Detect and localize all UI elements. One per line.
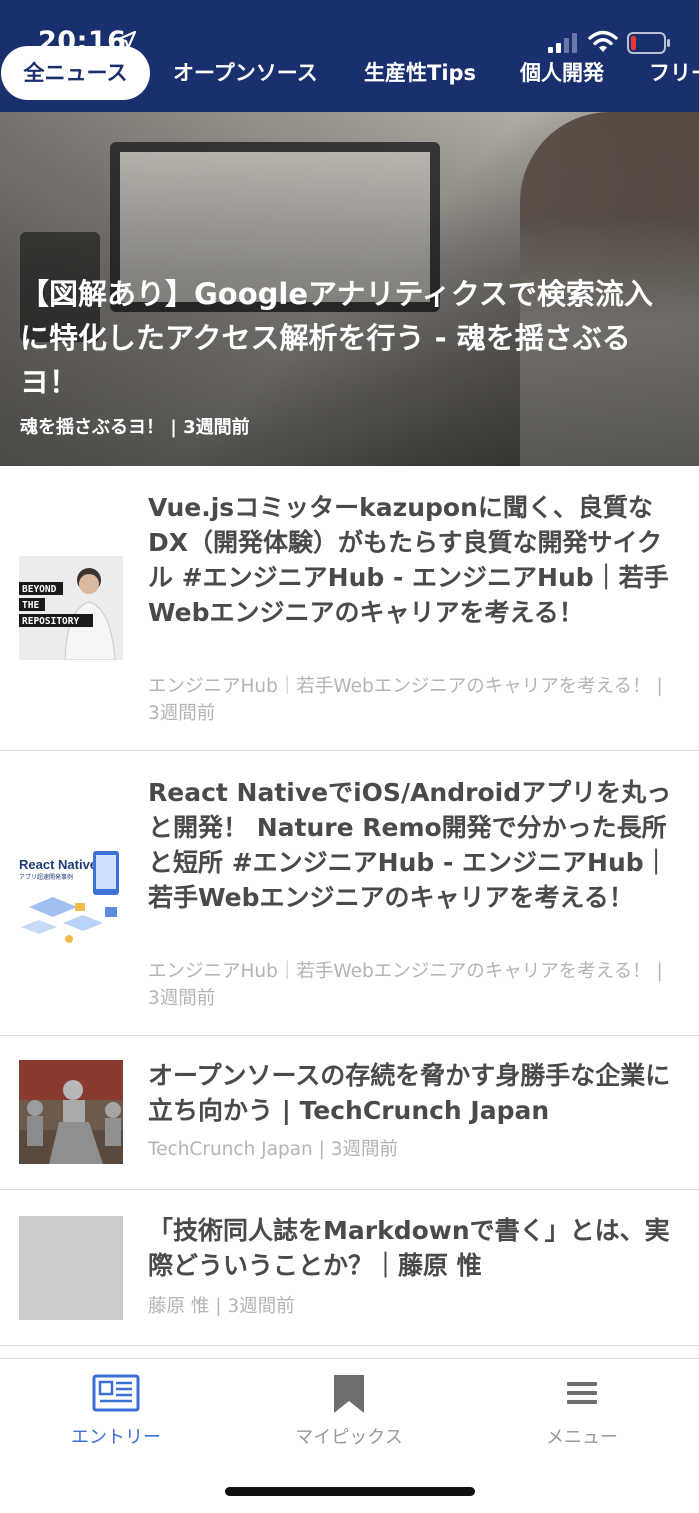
tabbar-item-mypicks[interactable]: マイピックス	[259, 1373, 439, 1453]
article-list-item[interactable]: BEYOND THE REPOSITORY Vue.jsコミッターkazupon…	[0, 466, 699, 751]
article-title: 「技術同人誌をMarkdownで書く」とは、実際どういうことか？｜藤原 惟	[148, 1216, 670, 1280]
article-thumbnail: React Native アプリ超速開発事例	[19, 845, 123, 949]
thumb-line-2: THE	[22, 600, 39, 611]
article-thumbnail: BEYOND THE REPOSITORY	[19, 556, 123, 660]
article-list-item[interactable]: React Native アプリ超速開発事例 React NativeでiOS/…	[0, 751, 699, 1036]
hero-meta: 魂を揺さぶるヨ！ | 3週間前	[20, 417, 250, 438]
bookmark-icon	[334, 1375, 364, 1413]
tabbar-item-menu[interactable]: メニュー	[492, 1373, 672, 1453]
tab-free[interactable]: フリー	[649, 46, 699, 100]
thumb-line-2: アプリ超速開発事例	[19, 873, 73, 881]
article-list-item[interactable]: オープンソースの存続を脅かす身勝手な企業に立ち向かう | TechCrunch …	[0, 1036, 699, 1190]
tabbar-item-entry[interactable]: エントリー	[26, 1373, 206, 1453]
article-list-item[interactable]: 「技術同人誌をMarkdownで書く」とは、実際どういうことか？｜藤原 惟 藤原…	[0, 1190, 699, 1346]
article-thumbnail	[19, 1060, 123, 1164]
menu-icon	[567, 1382, 597, 1404]
tab-productivity-tips[interactable]: 生産性Tips	[364, 46, 476, 100]
beyond-repository-image: BEYOND THE REPOSITORY	[19, 556, 123, 660]
newspaper-icon	[92, 1374, 140, 1412]
tabbar-label-menu: メニュー	[546, 1427, 618, 1448]
article-meta: TechCrunch Japan | 3週間前	[148, 1139, 399, 1160]
thumb-line-1: BEYOND	[22, 584, 57, 595]
article-meta: 藤原 惟 | 3週間前	[148, 1296, 295, 1317]
tabbar-label-entry: エントリー	[71, 1427, 161, 1448]
app-header: 20:16 全ニュース オープンソース 生産性Tips 個人開発 フリー	[0, 0, 699, 112]
home-indicator[interactable]	[225, 1487, 475, 1496]
category-tabs: 全ニュース オープンソース 生産性Tips 個人開発 フリー	[0, 46, 699, 102]
tabbar-label-mypicks: マイピックス	[295, 1427, 403, 1448]
tab-personal-dev[interactable]: 個人開発	[520, 46, 604, 100]
article-title: Vue.jsコミッターkazuponに聞く、良質なDX（開発体験）がもたらす良質…	[148, 493, 669, 627]
article-thumbnail-placeholder	[19, 1216, 123, 1320]
tab-open-source[interactable]: オープンソース	[173, 46, 318, 100]
thumb-line-1: React Native	[19, 857, 97, 872]
hero-article[interactable]: 【図解あり】Googleアナリティクスで検索流入に特化したアクセス解析を行う -…	[0, 112, 699, 466]
article-title: オープンソースの存続を脅かす身勝手な企業に立ち向かう | TechCrunch …	[148, 1061, 671, 1125]
react-native-image: React Native アプリ超速開発事例	[19, 845, 123, 949]
armor-museum-image	[19, 1060, 123, 1164]
thumb-line-3: REPOSITORY	[22, 616, 79, 627]
article-meta: エンジニアHub｜若手Webエンジニアのキャリアを考える！ | 3週間前	[148, 676, 663, 724]
article-meta: エンジニアHub｜若手Webエンジニアのキャリアを考える！ | 3週間前	[148, 961, 663, 1009]
tab-all-news[interactable]: 全ニュース	[1, 46, 150, 100]
article-title: React NativeでiOS/Androidアプリを丸っと開発！ Natur…	[148, 778, 672, 912]
hero-title: 【図解あり】Googleアナリティクスで検索流入に特化したアクセス解析を行う -…	[20, 277, 653, 399]
